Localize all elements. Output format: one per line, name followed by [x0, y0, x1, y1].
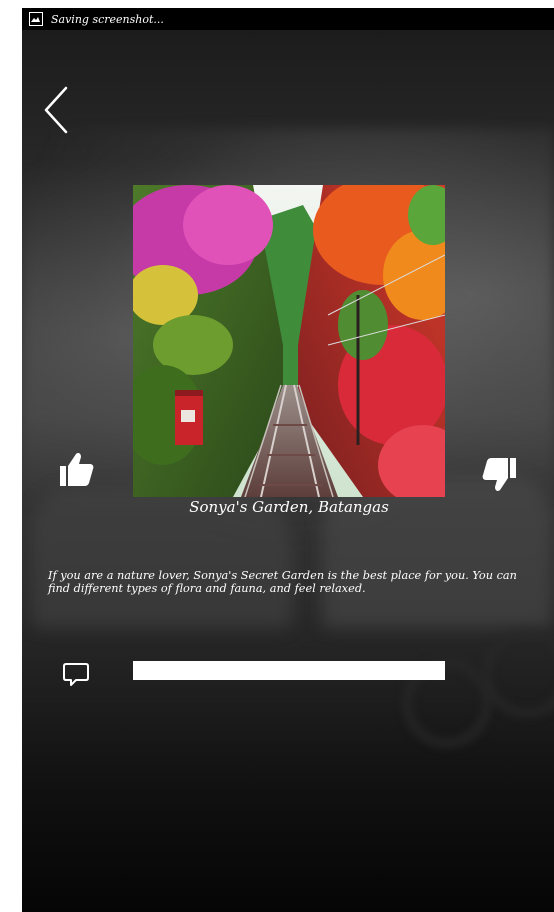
thumbs-up-icon — [60, 453, 94, 486]
screen: Saving screenshot... Sonya's Garden, Bat… — [22, 8, 554, 912]
like-button[interactable] — [56, 448, 96, 488]
status-message: Saving screenshot... — [51, 12, 164, 26]
dislike-button[interactable] — [480, 456, 520, 496]
chevron-left-icon — [44, 86, 68, 134]
railway-garden-photo — [133, 185, 445, 497]
place-photo — [133, 185, 445, 497]
comment-input[interactable] — [133, 661, 445, 680]
thumbs-down-icon — [482, 458, 516, 491]
comment-icon — [63, 663, 89, 686]
back-button[interactable] — [38, 82, 78, 138]
place-description: If you are a nature lover, Sonya's Secre… — [48, 569, 517, 595]
status-bar: Saving screenshot... — [22, 8, 554, 30]
comment-button[interactable] — [62, 661, 90, 689]
place-title: Sonya's Garden, Batangas — [189, 498, 389, 516]
background-wheel — [482, 628, 554, 718]
screenshot-icon — [29, 12, 43, 26]
